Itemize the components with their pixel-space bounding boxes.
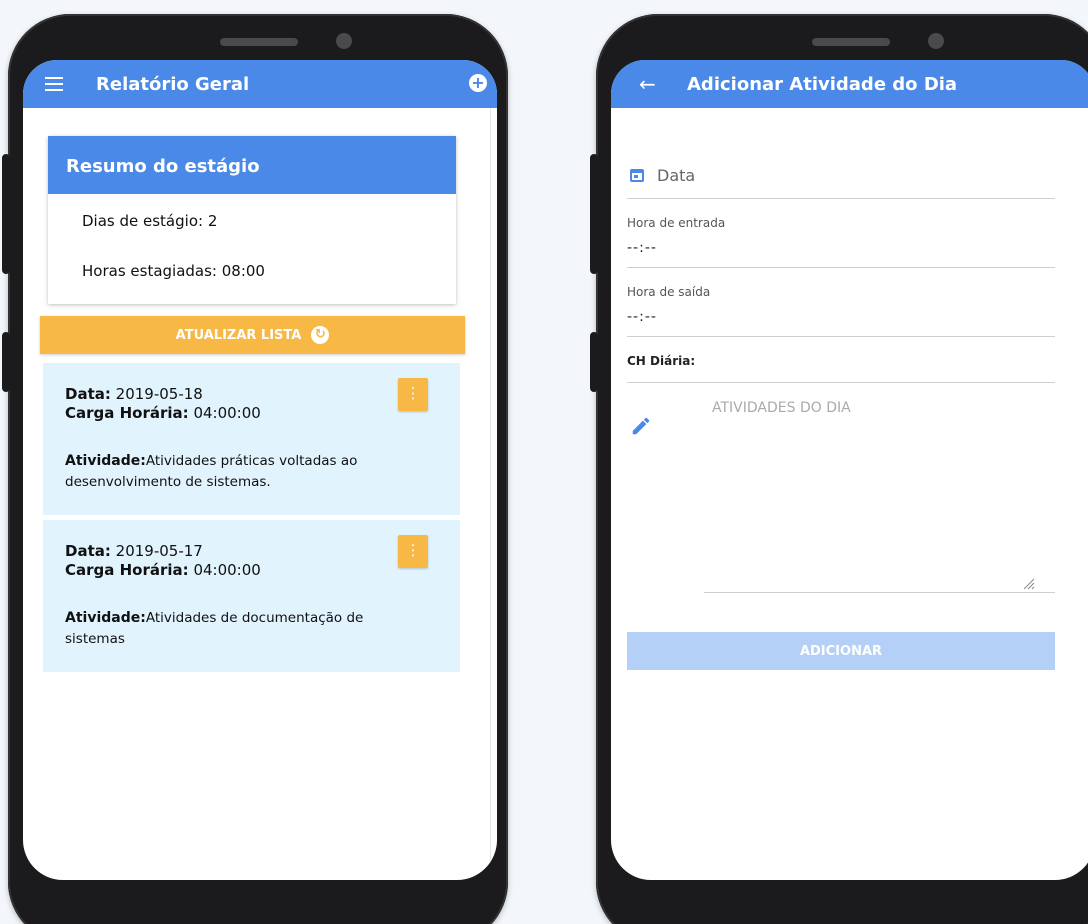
volume-button [2,154,10,274]
power-button [590,332,598,392]
dias-estagio: Dias de estágio: 2 [82,212,218,230]
page-title: Adicionar Atividade do Dia [687,73,958,95]
hora-saida-label: Hora de saída [627,285,711,299]
more-vert-icon[interactable]: ⋮ [398,378,428,411]
atividades-placeholder: ATIVIDADES DO DIA [712,400,851,416]
summary-card: Resumo do estágio Dias de estágio: 2 Hor… [48,136,456,304]
hora-entrada-label: Hora de entrada [627,216,726,230]
phone-left: Relatório Geral + Resumo do estágio Dias… [2,14,508,924]
activity-hours: Carga Horária: 04:00:00 [65,404,261,422]
camera [336,33,352,49]
summary-title: Resumo do estágio [48,136,456,194]
date-placeholder: Data [657,166,696,185]
refresh-button[interactable]: ATUALIZAR LISTA ↻ [40,316,465,354]
refresh-button-label: ATUALIZAR LISTA [175,327,302,343]
speaker [220,38,298,46]
main-screen: Relatório Geral + Resumo do estágio Dias… [23,60,497,880]
resize-handle-icon[interactable] [1021,576,1035,590]
hora-saida-input[interactable]: --:-- [627,309,657,325]
activity-description: Atividade:Atividades de documentação de … [65,610,364,647]
divider [627,198,1055,199]
divider [627,267,1055,268]
app-bar: ← Adicionar Atividade do Dia [611,60,1088,108]
horas-estagiadas: Horas estagiadas: 08:00 [82,262,265,280]
activity-date: Data: 2019-05-18 [65,385,203,403]
activity-date: Data: 2019-05-17 [65,542,203,560]
form-screen: ← Adicionar Atividade do Dia Data Hora d… [611,60,1088,880]
activity-description: Atividade:Atividades práticas voltadas a… [65,453,358,490]
scrollbar[interactable] [490,108,491,868]
speaker [812,38,890,46]
power-button [2,332,10,392]
atividades-textarea[interactable]: ATIVIDADES DO DIA [704,400,1055,592]
page-title: Relatório Geral [96,73,250,95]
add-icon[interactable]: + [469,74,487,92]
activity-card: Data: 2019-05-17 Carga Horária: 04:00:00… [43,520,460,672]
hora-entrada-input[interactable]: --:-- [627,240,657,256]
divider [704,592,1055,593]
date-input[interactable]: Data [627,156,1055,196]
volume-button [590,154,598,274]
divider [627,336,1055,337]
ch-diaria-label: CH Diária: [627,354,696,368]
menu-icon[interactable] [45,77,63,91]
phone-right: ← Adicionar Atividade do Dia Data Hora d… [590,14,1088,924]
refresh-icon: ↻ [311,326,330,344]
activity-card: Data: 2019-05-18 Carga Horária: 04:00:00… [43,363,460,515]
divider [627,382,1055,383]
add-button-label: ADICIONAR [799,643,883,659]
pencil-icon [632,417,650,435]
camera [928,33,944,49]
more-vert-icon[interactable]: ⋮ [398,535,428,568]
app-bar: Relatório Geral + [23,60,497,108]
activity-hours: Carga Horária: 04:00:00 [65,561,261,579]
add-button[interactable]: ADICIONAR [627,632,1055,670]
back-arrow-icon[interactable]: ← [639,72,656,96]
